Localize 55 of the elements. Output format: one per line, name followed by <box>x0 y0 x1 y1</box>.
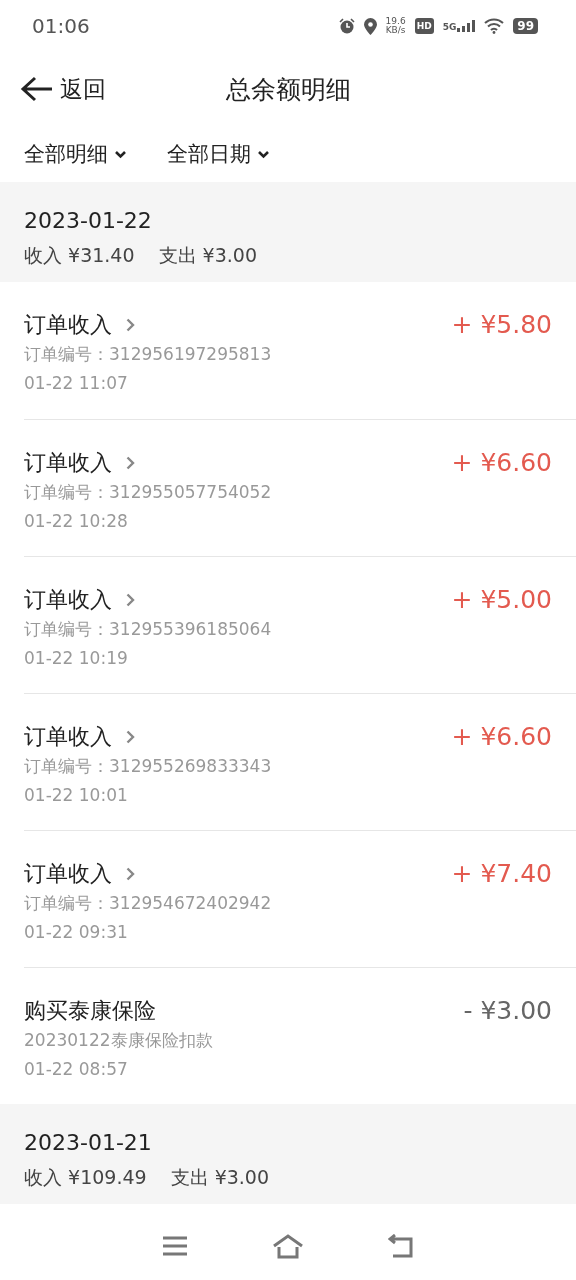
chevron-right-icon[interactable] <box>126 730 135 744</box>
entry-title: 订单收入 <box>24 311 112 339</box>
entry-detail: 订单编号：312955396185064 <box>24 618 273 641</box>
entry-detail: 订单编号：312954672402942 <box>24 892 273 915</box>
chevron-down-icon <box>257 149 270 159</box>
entry-amount: + ¥5.80 <box>451 310 552 341</box>
income-total: 收入 ¥109.49 <box>24 1165 147 1190</box>
expense-total: 支出 ¥3.00 <box>158 243 257 268</box>
entry-title: 订单收入 <box>24 723 112 751</box>
entry-title: 订单收入 <box>24 860 112 888</box>
network-speed: 19.6 <box>385 17 406 26</box>
back-icon[interactable] <box>388 1234 414 1258</box>
back-arrow-icon <box>20 75 54 103</box>
chevron-down-icon <box>114 149 127 159</box>
hd-badge: HD <box>414 18 434 34</box>
date-heading: 2023-01-21 <box>24 1129 153 1157</box>
signal-icon <box>457 20 476 32</box>
entry-time: 01-22 10:28 <box>24 510 129 533</box>
network-type: 5G <box>442 22 457 32</box>
entry-time: 01-22 08:57 <box>24 1058 129 1081</box>
entry-amount: + ¥5.00 <box>451 585 552 616</box>
back-button[interactable]: 返回 <box>20 73 106 105</box>
date-heading: 2023-01-22 <box>24 207 153 235</box>
alarm-icon <box>338 18 355 34</box>
page-title: 总余额明细 <box>225 74 351 104</box>
chevron-right-icon[interactable] <box>126 318 135 332</box>
home-icon[interactable] <box>272 1233 304 1259</box>
battery-level: 99 <box>513 18 538 34</box>
chevron-right-icon[interactable] <box>126 867 135 881</box>
entry-time: 01-22 10:01 <box>24 784 129 807</box>
entry-detail: 订单编号：312955269833343 <box>24 755 273 778</box>
entry-detail: 20230122泰康保险扣款 <box>24 1029 214 1052</box>
entry-title: 订单收入 <box>24 586 112 614</box>
filter-dropdown[interactable]: 全部明细 <box>24 140 127 168</box>
entry-detail: 订单编号：312956197295813 <box>24 343 273 366</box>
expense-total: 支出 ¥3.00 <box>170 1165 270 1190</box>
entry-amount: - ¥3.00 <box>463 996 552 1027</box>
entry-amount: + ¥6.60 <box>451 448 552 479</box>
entry-amount: + ¥7.40 <box>451 859 552 890</box>
location-icon <box>363 17 377 35</box>
menu-icon[interactable] <box>162 1235 188 1257</box>
wifi-icon <box>484 18 505 34</box>
entry-time: 01-22 09:31 <box>24 921 129 944</box>
entry-title: 购买泰康保险 <box>24 997 156 1025</box>
chevron-right-icon[interactable] <box>126 593 135 607</box>
filter-dropdown[interactable]: 全部日期 <box>167 140 270 168</box>
income-total: 收入 ¥31.40 <box>24 243 135 268</box>
entry-time: 01-22 11:07 <box>24 372 129 395</box>
entry-amount: + ¥6.60 <box>451 722 552 753</box>
entry-title: 订单收入 <box>24 449 112 477</box>
entry-time: 01-22 10:19 <box>24 647 129 670</box>
chevron-right-icon[interactable] <box>126 456 135 470</box>
speed-unit: KB/s <box>385 26 406 35</box>
clock: 01:06 <box>32 14 91 38</box>
entry-detail: 订单编号：312955057754052 <box>24 481 273 504</box>
